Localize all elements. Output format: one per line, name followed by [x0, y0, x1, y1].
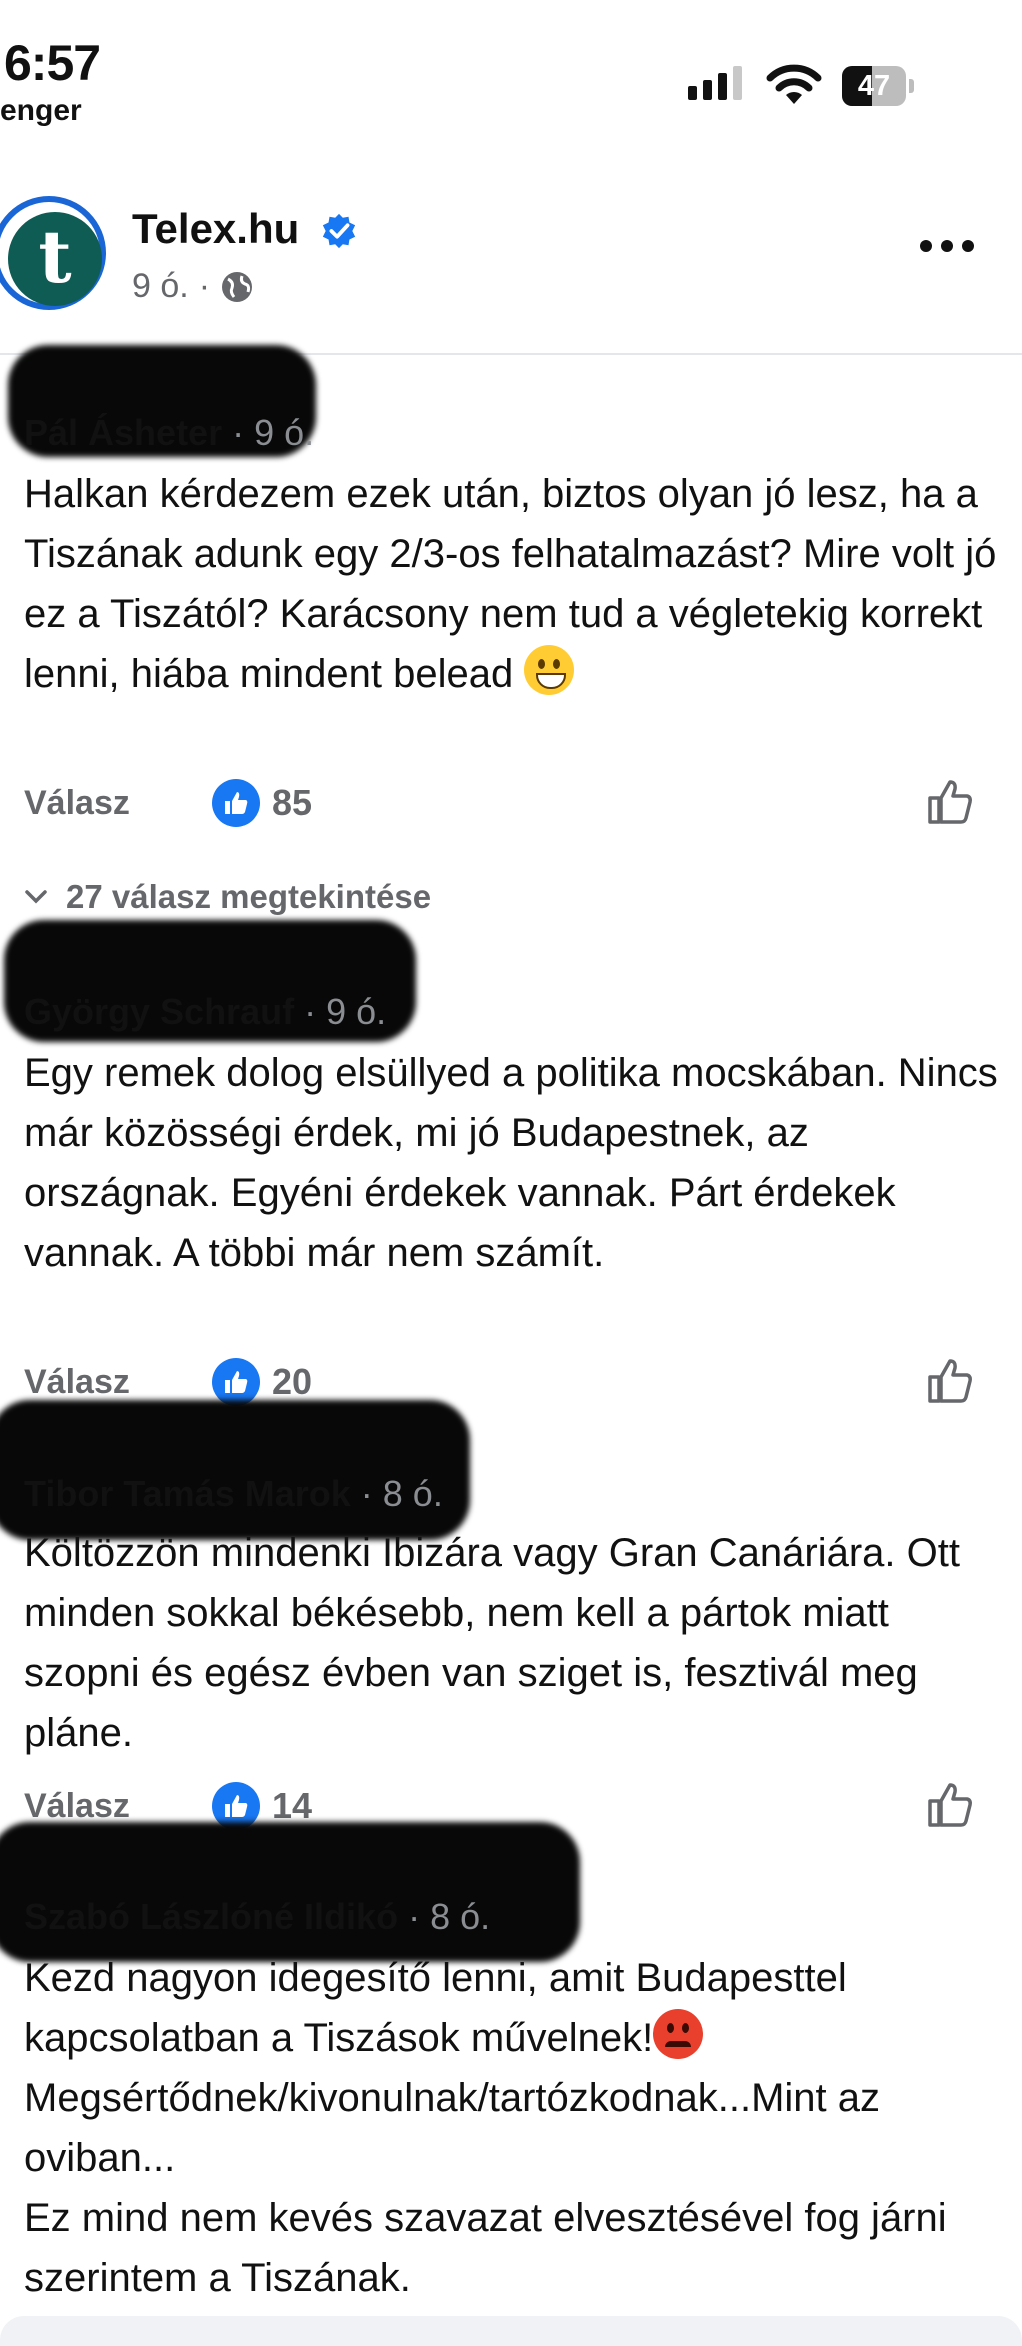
- more-options-button[interactable]: [920, 240, 974, 252]
- comment-author[interactable]: György Schrauf · 9 ó.: [24, 991, 386, 1033]
- like-reaction-icon: [212, 779, 260, 827]
- like-count[interactable]: 20: [212, 1358, 312, 1406]
- comment-time: · 9 ó.: [232, 412, 315, 453]
- reply-button[interactable]: Válasz: [24, 784, 130, 823]
- reply-button[interactable]: Válasz: [24, 1363, 130, 1402]
- comment-text: Egy remek dolog elsüllyed a politika moc…: [24, 1051, 998, 1275]
- redaction-mark: [0, 1400, 470, 1540]
- comment-time: · 9 ó.: [304, 991, 387, 1032]
- like-count[interactable]: 85: [212, 779, 312, 827]
- status-time: 6:57: [4, 35, 101, 91]
- grinning-face-emoji: [524, 645, 575, 695]
- angry-face-emoji: [653, 2009, 704, 2059]
- reply-button[interactable]: Válasz: [24, 1787, 130, 1826]
- comment-text-content: Halkan kérdezem ezek után, biztos olyan …: [24, 472, 997, 696]
- battery-percent: 47: [857, 70, 891, 102]
- wifi-icon: [766, 64, 822, 104]
- like-count-value: 20: [272, 1361, 313, 1402]
- comment-author[interactable]: Pál Ásheter · 9 ó.: [24, 412, 314, 454]
- comment-text-part1: Kezd nagyon idegesítő lenni, amit Budape…: [24, 1956, 847, 2060]
- chevron-down-icon: [25, 890, 47, 904]
- comment-author[interactable]: Tibor Tamás Marok · 8 ó.: [24, 1473, 443, 1515]
- page-avatar[interactable]: t: [0, 196, 106, 310]
- globe-icon: [222, 271, 253, 302]
- post-time: 9 ó.: [132, 267, 189, 305]
- like-button-icon[interactable]: [926, 1357, 974, 1405]
- like-button-icon[interactable]: [926, 778, 974, 826]
- post-meta: 9 ó. ·: [132, 267, 254, 306]
- battery-indicator: 47: [842, 66, 918, 106]
- like-reaction-icon: [212, 1358, 260, 1406]
- view-replies-link[interactable]: 27 válasz megtekintése: [24, 878, 431, 916]
- like-count-value: 14: [272, 1785, 313, 1826]
- comment-author[interactable]: Szabó Lászlóné Ildikó · 8 ó.: [24, 1896, 490, 1938]
- comment-time: · 8 ó.: [360, 1473, 443, 1514]
- verified-badge-icon: [322, 213, 356, 249]
- comment-text: Halkan kérdezem ezek után, biztos olyan …: [24, 464, 1004, 704]
- like-count-value: 85: [272, 782, 313, 823]
- comment-text: Kezd nagyon idegesítő lenni, amit Budape…: [24, 1948, 1004, 2308]
- comment-author-name: Szabó Lászlóné Ildikó: [24, 1896, 399, 1937]
- meta-separator: ·: [198, 267, 211, 305]
- comment-composer-bar[interactable]: [0, 2316, 1022, 2346]
- comment-author-name: Tibor Tamás Marok: [24, 1473, 351, 1514]
- comment-text-part2: Megsértődnek/kivonulnak/tartózkodnak...M…: [24, 2076, 947, 2300]
- like-button-icon[interactable]: [926, 1781, 974, 1829]
- redaction-mark: [0, 1822, 580, 1962]
- cellular-signal-icon: [688, 66, 742, 100]
- avatar-letter: t: [8, 212, 102, 306]
- comment-time: · 8 ó.: [408, 1896, 491, 1937]
- comment-text: Költözzön mindenki Ibizára vagy Gran Can…: [24, 1531, 960, 1755]
- view-replies-label: 27 válasz megtekintése: [66, 878, 432, 915]
- comment-author-name: György Schrauf: [24, 991, 295, 1032]
- comment-author-name: Pál Ásheter: [24, 412, 223, 453]
- back-to-app-label[interactable]: enger: [0, 94, 82, 128]
- page-name[interactable]: Telex.hu: [132, 205, 299, 253]
